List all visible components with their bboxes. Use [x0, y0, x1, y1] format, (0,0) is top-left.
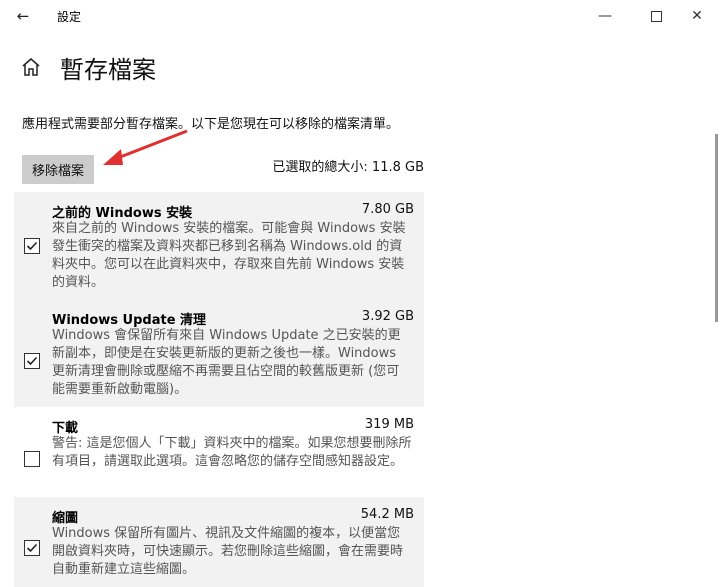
minimize-button[interactable]: —	[582, 0, 628, 32]
scrollbar-thumb[interactable]	[715, 134, 718, 322]
item-name: 之前的 Windows 安裝	[52, 206, 193, 221]
checkmark-icon	[26, 356, 38, 366]
item-size: 7.80 GB	[361, 202, 414, 217]
home-icon[interactable]	[18, 54, 44, 80]
item-description: 來自之前的 Windows 安裝的檔案。可能會與 Windows 安裝發生衝突的…	[52, 221, 406, 290]
list-item[interactable]: Windows Update 清理 3.92 GB Windows 會保留所有來…	[14, 299, 424, 407]
item-size: 319 MB	[364, 417, 414, 432]
item-size: 54.2 MB	[360, 507, 414, 522]
item-description: 警告: 這是您個人「下載」資料夾中的檔案。如果您想要刪除所有項目，請選取此選項。…	[52, 436, 412, 469]
maximize-icon	[650, 10, 662, 22]
item-name: 下載	[52, 421, 79, 436]
checkbox[interactable]	[24, 540, 40, 556]
title-bar: ← 設定 — ✕	[0, 0, 720, 32]
item-description: Windows 保留所有圖片、視訊及文件縮圖的複本，以便當您開啟資料夾時，可快速…	[52, 526, 404, 577]
list-item[interactable]: 之前的 Windows 安裝 7.80 GB 來自之前的 Windows 安裝的…	[14, 192, 424, 299]
remove-files-button[interactable]: 移除檔案	[22, 155, 94, 184]
annotation-arrow-icon	[103, 129, 188, 165]
list-item[interactable]: 下載 319 MB 警告: 這是您個人「下載」資料夾中的檔案。如果您想要刪除所有…	[14, 407, 424, 497]
checkmark-icon	[26, 543, 38, 553]
minimize-icon: —	[598, 8, 612, 24]
app-title: 設定	[57, 10, 82, 24]
checkbox[interactable]	[24, 238, 40, 254]
checkmark-icon	[26, 241, 38, 251]
back-arrow-icon: ←	[16, 7, 30, 25]
back-button[interactable]: ←	[10, 4, 36, 28]
temp-files-list: 之前的 Windows 安裝 7.80 GB 來自之前的 Windows 安裝的…	[14, 192, 424, 587]
close-icon: ✕	[691, 8, 703, 24]
scrollbar[interactable]	[714, 32, 720, 569]
total-selected-size: 已選取的總大小: 11.8 GB	[272, 160, 424, 175]
item-size: 3.92 GB	[361, 309, 414, 324]
page-description: 應用程式需要部分暫存檔案。以下是您現在可以移除的檔案清單。	[22, 117, 400, 132]
item-description: Windows 會保留所有來自 Windows Update 之已安裝的更新副本…	[52, 328, 401, 397]
list-item[interactable]: 縮圖 54.2 MB Windows 保留所有圖片、視訊及文件縮圖的複本，以便當…	[14, 497, 424, 587]
item-name: Windows Update 清理	[52, 313, 207, 328]
item-name: 縮圖	[52, 511, 79, 526]
maximize-button[interactable]	[633, 0, 679, 32]
close-button[interactable]: ✕	[674, 0, 720, 32]
page-title: 暫存檔案	[60, 56, 156, 84]
checkbox[interactable]	[24, 451, 40, 467]
checkbox[interactable]	[24, 353, 40, 369]
